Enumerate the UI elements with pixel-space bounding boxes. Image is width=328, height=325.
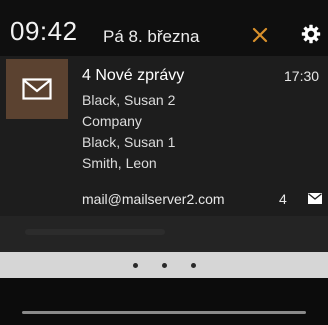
page-dot xyxy=(132,262,138,268)
clock: 09:42 xyxy=(10,16,78,46)
message-count: 4 xyxy=(279,191,287,207)
list-item: Smith, Leon xyxy=(82,155,157,171)
sender-list: Black, Susan 2 Company Black, Susan 1 Sm… xyxy=(82,90,175,174)
page-dot xyxy=(161,262,167,268)
notification-stack-edge xyxy=(0,216,328,252)
notification-time: 17:30 xyxy=(284,68,320,84)
gear-icon xyxy=(301,24,321,44)
bottom-area xyxy=(0,278,328,325)
date-label: Pá 8. března xyxy=(103,27,200,46)
mail-icon xyxy=(308,193,322,204)
page-dot xyxy=(190,262,196,268)
close-icon xyxy=(252,27,268,43)
notification-title: 4 Nové zprávy xyxy=(82,67,185,84)
mail-notification[interactable]: 4 Nové zprávy 17:30 Black, Susan 2 Compa… xyxy=(0,56,328,216)
list-item: Company xyxy=(82,113,142,129)
list-item: Black, Susan 1 xyxy=(82,134,176,150)
settings-button[interactable] xyxy=(300,23,322,45)
dismiss-all-button[interactable] xyxy=(249,24,271,46)
stack-shadow xyxy=(25,229,165,235)
list-item: Black, Susan 2 xyxy=(82,92,176,108)
mail-icon xyxy=(22,78,52,100)
status-bar: 09:42 Pá 8. března xyxy=(0,0,328,56)
page-indicator[interactable] xyxy=(0,252,328,278)
mail-app-icon xyxy=(6,59,68,119)
account-label: mail@mailserver2.com xyxy=(82,191,225,207)
drag-handle[interactable] xyxy=(22,311,306,314)
